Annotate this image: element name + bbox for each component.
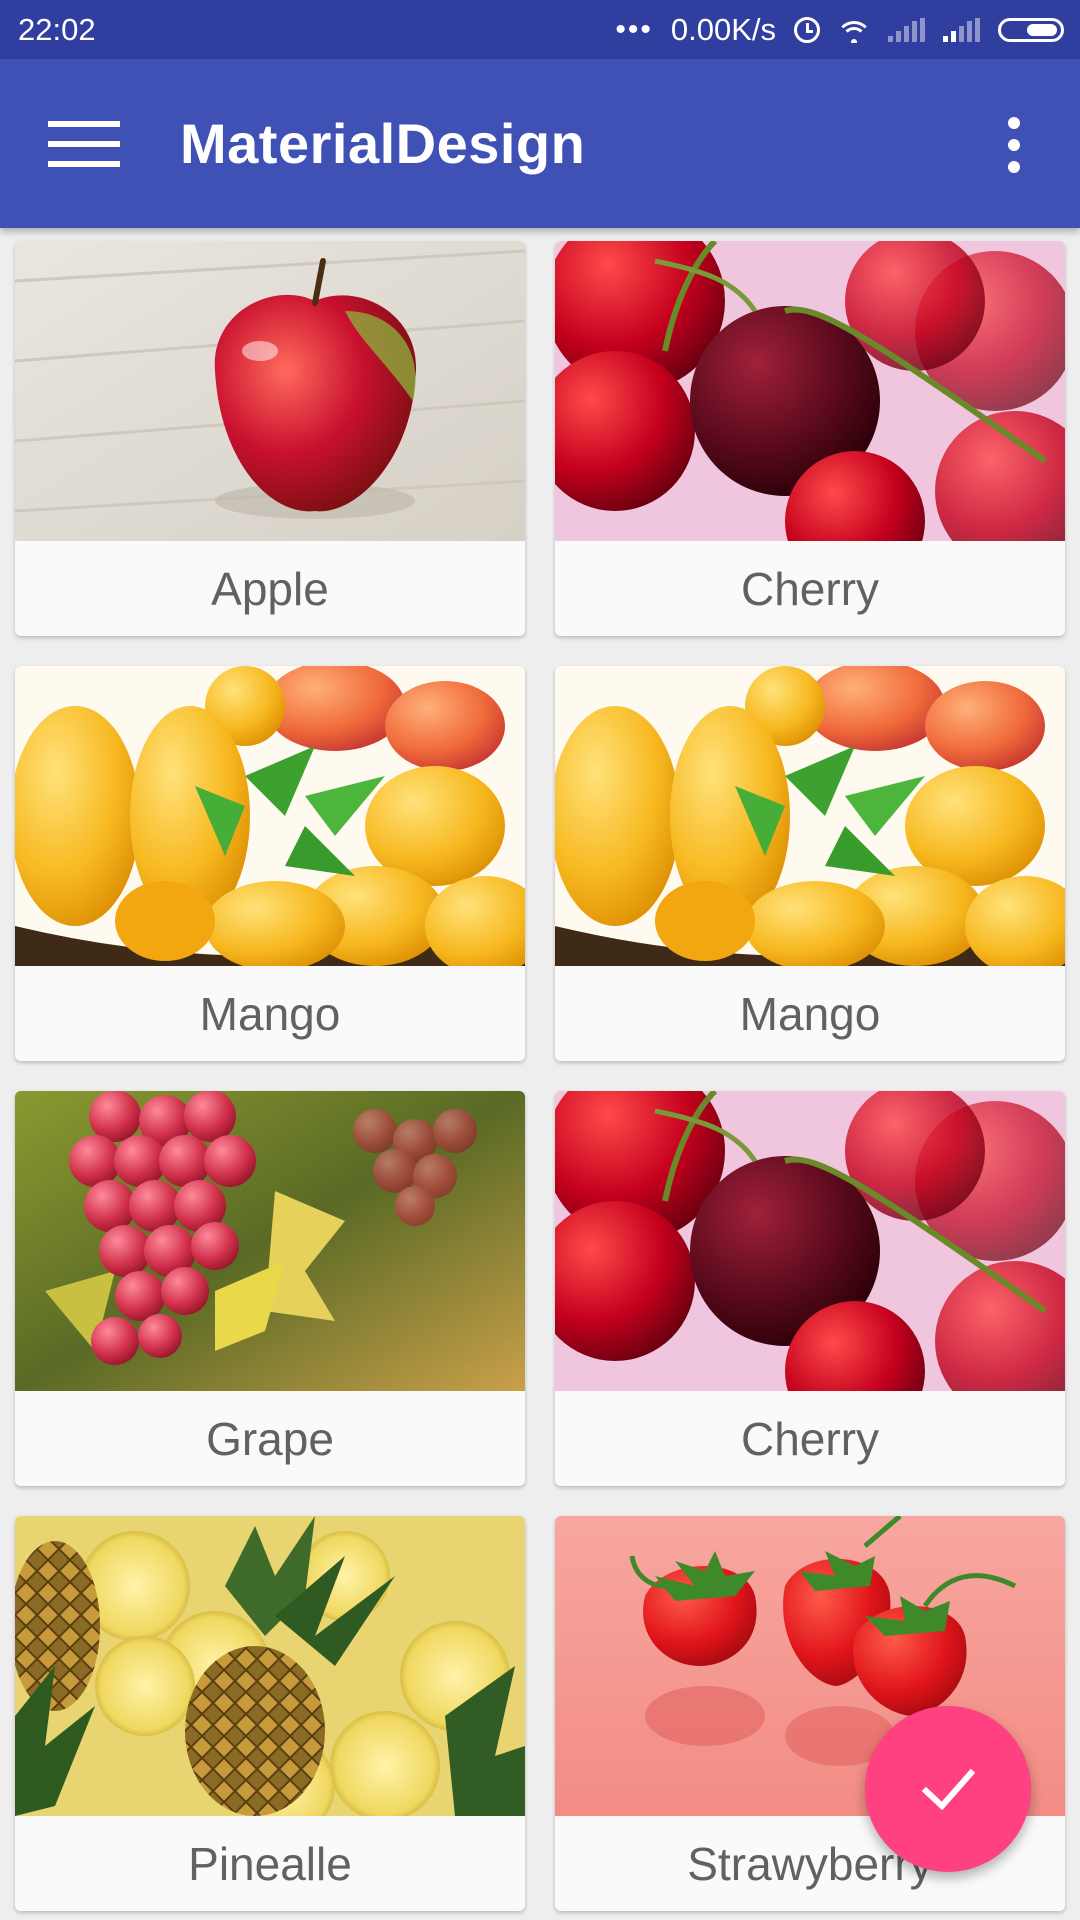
network-speed: 0.00K/s <box>670 11 776 47</box>
toolbar-title: MaterialDesign <box>180 112 586 175</box>
signal-icon <box>943 17 980 42</box>
status-bar: 22:02 ••• 0.00K/s <box>0 0 1080 59</box>
fruit-image-pineapple <box>15 1516 525 1816</box>
confirm-fab-button[interactable] <box>865 1706 1031 1872</box>
fruit-image-mango <box>555 666 1065 966</box>
fruit-image-grape <box>15 1091 525 1391</box>
app-toolbar: MaterialDesign <box>0 59 1080 228</box>
status-time: 22:02 <box>18 11 96 47</box>
more-dots-icon: ••• <box>615 12 653 46</box>
fruit-card[interactable]: Mango <box>15 666 525 1061</box>
battery-icon <box>998 17 1064 42</box>
fruit-grid: Apple Cherry Mango Mango Grape Cherry Pi… <box>15 241 1065 1911</box>
fruit-image-cherry <box>555 241 1065 541</box>
fruit-card[interactable]: Apple <box>15 241 525 636</box>
signal-icon <box>888 17 925 42</box>
fruit-name: Cherry <box>740 1412 880 1465</box>
wifi-icon <box>838 17 870 43</box>
fruit-card[interactable]: Mango <box>555 666 1065 1061</box>
fruit-image-mango <box>15 666 525 966</box>
status-icons: ••• 0.00K/s <box>615 12 1064 48</box>
hamburger-menu-icon[interactable] <box>48 121 120 167</box>
fruit-name: Grape <box>206 1412 334 1465</box>
fruit-image-apple <box>15 241 525 541</box>
fruit-name: Cherry <box>740 562 880 615</box>
overflow-menu-icon[interactable] <box>1000 117 1028 173</box>
fruit-name: Mango <box>199 987 341 1040</box>
fruit-card[interactable]: Cherry <box>555 241 1065 636</box>
fruit-card[interactable]: Pinealle <box>15 1516 525 1911</box>
fruit-name: Pinealle <box>188 1837 352 1890</box>
fruit-image-cherry <box>555 1091 1065 1391</box>
fruit-card[interactable]: Cherry <box>555 1091 1065 1486</box>
fruit-name: Mango <box>739 987 881 1040</box>
fruit-name: Apple <box>211 562 329 615</box>
fruit-card[interactable]: Grape <box>15 1091 525 1486</box>
alarm-icon <box>794 16 820 43</box>
check-icon <box>921 1768 976 1811</box>
